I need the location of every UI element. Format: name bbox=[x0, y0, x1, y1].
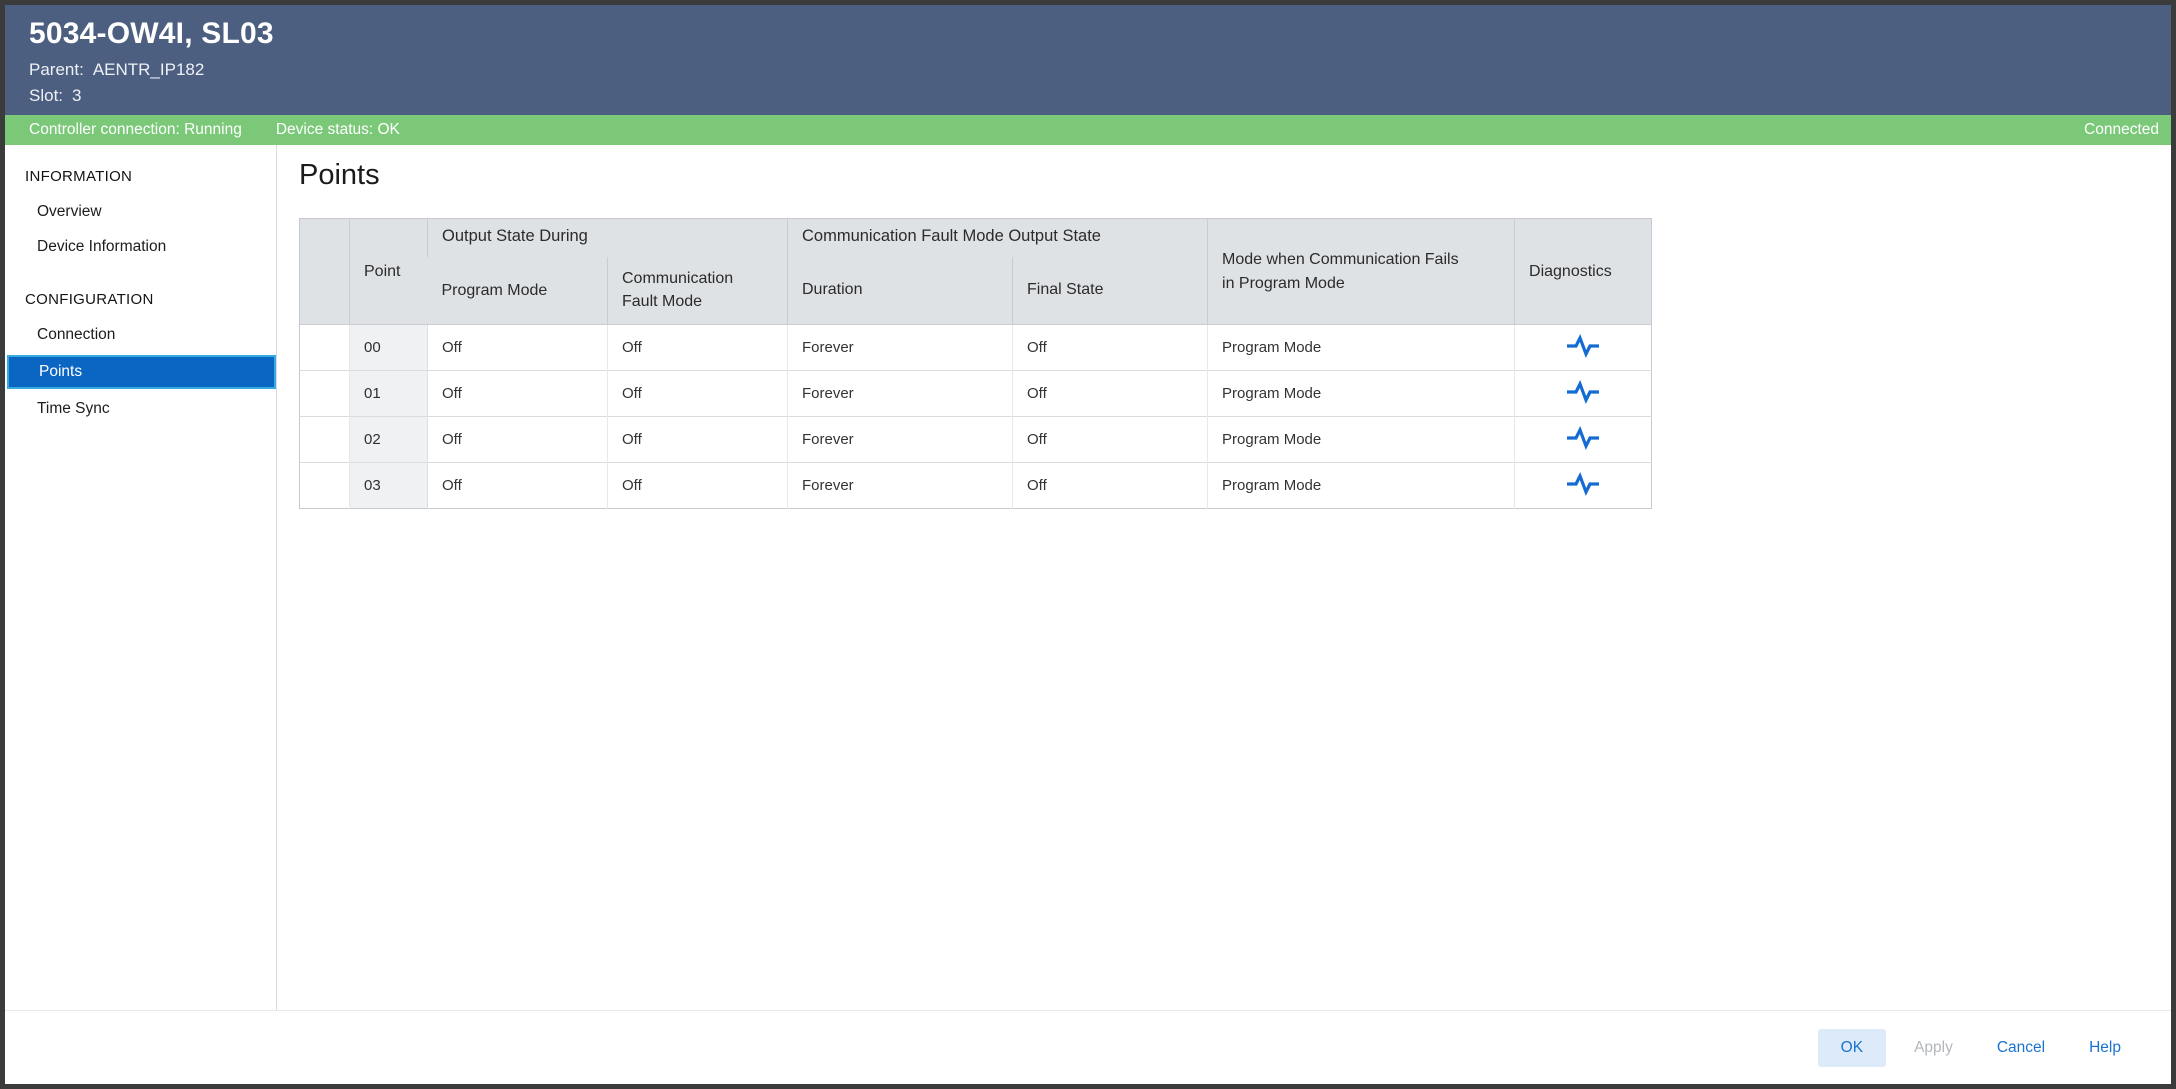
pulse-waveform-icon[interactable] bbox=[1565, 380, 1601, 404]
sidebar-nav: INFORMATION Overview Device Information … bbox=[5, 145, 277, 1010]
col-header-point: Point bbox=[350, 219, 428, 325]
cell-duration[interactable]: Forever bbox=[788, 325, 1013, 371]
cell-program-mode[interactable]: Off bbox=[428, 371, 608, 417]
cell-communication-fault-mode[interactable]: Off bbox=[608, 371, 788, 417]
cell-diagnostics bbox=[1515, 417, 1652, 463]
cell-program-mode[interactable]: Off bbox=[428, 417, 608, 463]
points-table-row: 02 Off Off Forever Off Program Mode bbox=[300, 417, 1652, 463]
sidebar-item-overview[interactable]: Overview bbox=[5, 195, 276, 229]
apply-button[interactable]: Apply bbox=[1898, 1029, 1969, 1067]
points-table-row: 00 Off Off Forever Off Program Mode bbox=[300, 325, 1652, 371]
cell-diagnostics bbox=[1515, 371, 1652, 417]
row-selector-cell[interactable] bbox=[300, 463, 350, 509]
connection-state-badge: Connected bbox=[2084, 121, 2159, 139]
sidebar-item-points[interactable]: Points bbox=[7, 355, 276, 389]
cell-program-mode[interactable]: Off bbox=[428, 463, 608, 509]
col-header-final-state: Final State bbox=[1013, 257, 1208, 325]
device-status: Device status: OK bbox=[276, 121, 400, 139]
col-header-duration: Duration bbox=[788, 257, 1013, 325]
cell-communication-fault-mode[interactable]: Off bbox=[608, 463, 788, 509]
cell-mode-when-comm-fails[interactable]: Program Mode bbox=[1208, 371, 1515, 417]
col-header-communication-fault-mode: Communication Fault Mode bbox=[608, 257, 788, 325]
points-table-body: 00 Off Off Forever Off Program Mode bbox=[300, 325, 1652, 509]
parent-value: AENTR_IP182 bbox=[93, 60, 205, 79]
slot-value: 3 bbox=[72, 86, 81, 105]
cell-point: 03 bbox=[350, 463, 428, 509]
cell-diagnostics bbox=[1515, 325, 1652, 371]
dialog-footer: OK Apply Cancel Help bbox=[5, 1010, 2171, 1084]
row-selector-cell[interactable] bbox=[300, 371, 350, 417]
slot-row: Slot: 3 bbox=[29, 86, 2171, 106]
points-table: Point Output State During Communication … bbox=[299, 218, 1652, 509]
cell-duration[interactable]: Forever bbox=[788, 463, 1013, 509]
ok-button[interactable]: OK bbox=[1818, 1029, 1886, 1067]
pulse-waveform-icon[interactable] bbox=[1565, 426, 1601, 450]
sidebar-item-device-information[interactable]: Device Information bbox=[5, 230, 276, 264]
cell-diagnostics bbox=[1515, 463, 1652, 509]
sidebar-section-configuration: CONFIGURATION bbox=[5, 282, 276, 317]
row-selector-cell[interactable] bbox=[300, 325, 350, 371]
help-button[interactable]: Help bbox=[2073, 1029, 2137, 1067]
col-header-row-selector bbox=[300, 219, 350, 325]
cancel-button[interactable]: Cancel bbox=[1981, 1029, 2061, 1067]
group-header-comm-fault-output-state: Communication Fault Mode Output State bbox=[788, 219, 1208, 257]
cell-point: 00 bbox=[350, 325, 428, 371]
cell-final-state[interactable]: Off bbox=[1013, 325, 1208, 371]
pulse-waveform-icon[interactable] bbox=[1565, 472, 1601, 496]
cell-mode-when-comm-fails[interactable]: Program Mode bbox=[1208, 325, 1515, 371]
parent-row: Parent: AENTR_IP182 bbox=[29, 60, 2171, 80]
cell-point: 02 bbox=[350, 417, 428, 463]
device-properties-window: 5034-OW4I, SL03 Parent: AENTR_IP182 Slot:… bbox=[0, 0, 2176, 1089]
cell-final-state[interactable]: Off bbox=[1013, 371, 1208, 417]
cell-duration[interactable]: Forever bbox=[788, 417, 1013, 463]
connection-status-bar: Controller connection: Running Device st… bbox=[5, 115, 2171, 145]
points-table-row: 03 Off Off Forever Off Program Mode bbox=[300, 463, 1652, 509]
points-panel: Points Point Output State During Communi… bbox=[277, 145, 2171, 1010]
sidebar-item-time-sync[interactable]: Time Sync bbox=[5, 392, 276, 426]
cell-duration[interactable]: Forever bbox=[788, 371, 1013, 417]
row-selector-cell[interactable] bbox=[300, 417, 350, 463]
cell-communication-fault-mode[interactable]: Off bbox=[608, 417, 788, 463]
parent-label: Parent: bbox=[29, 60, 84, 79]
page-title: Points bbox=[299, 159, 2171, 192]
cell-program-mode[interactable]: Off bbox=[428, 325, 608, 371]
col-header-diagnostics: Diagnostics bbox=[1515, 219, 1652, 325]
cell-communication-fault-mode[interactable]: Off bbox=[608, 325, 788, 371]
pulse-waveform-icon[interactable] bbox=[1565, 334, 1601, 358]
device-title: 5034-OW4I, SL03 bbox=[29, 17, 2171, 51]
group-header-output-state-during: Output State During bbox=[428, 219, 788, 257]
col-header-program-mode: Program Mode bbox=[428, 257, 608, 325]
cell-final-state[interactable]: Off bbox=[1013, 463, 1208, 509]
col-header-mode-when-comm-fails: Mode when Communication Fails in Program… bbox=[1208, 219, 1515, 325]
sidebar-item-connection[interactable]: Connection bbox=[5, 318, 276, 352]
content-area: INFORMATION Overview Device Information … bbox=[5, 145, 2171, 1010]
controller-connection-status: Controller connection: Running bbox=[29, 121, 242, 139]
device-header: 5034-OW4I, SL03 Parent: AENTR_IP182 Slot:… bbox=[5, 5, 2171, 115]
cell-final-state[interactable]: Off bbox=[1013, 417, 1208, 463]
cell-mode-when-comm-fails[interactable]: Program Mode bbox=[1208, 463, 1515, 509]
points-table-row: 01 Off Off Forever Off Program Mode bbox=[300, 371, 1652, 417]
cell-point: 01 bbox=[350, 371, 428, 417]
cell-mode-when-comm-fails[interactable]: Program Mode bbox=[1208, 417, 1515, 463]
slot-label: Slot: bbox=[29, 86, 63, 105]
sidebar-section-information: INFORMATION bbox=[5, 159, 276, 194]
